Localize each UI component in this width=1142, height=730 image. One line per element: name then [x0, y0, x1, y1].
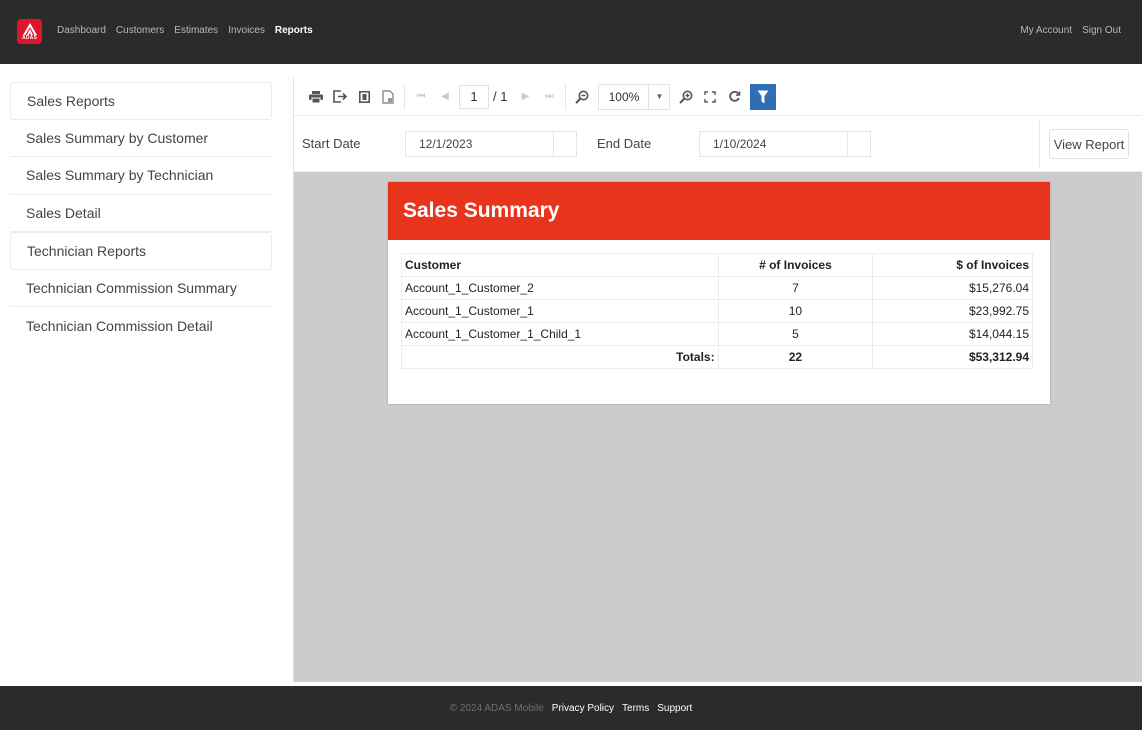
- adas-logo[interactable]: ADAS: [17, 19, 42, 44]
- invoice-count-cell: 10: [717, 299, 874, 323]
- invoice-amount-cell: $15,276.04: [872, 276, 1033, 300]
- report-title: Sales Summary: [403, 199, 560, 222]
- table-row: Account_1_Customer_1 10 $23,992.75: [401, 299, 1033, 323]
- top-navbar: ADAS Dashboard Customers Estimates Invoi…: [0, 0, 1142, 64]
- invoice-amount-cell: $14,044.15: [872, 322, 1033, 346]
- first-page-icon[interactable]: ⏮: [409, 85, 433, 109]
- zoom-level-select[interactable]: 100% ▼: [598, 83, 671, 110]
- table-row: Account_1_Customer_2 7 $15,276.04: [401, 276, 1033, 300]
- support-link[interactable]: Support: [657, 703, 692, 714]
- sign-out-link[interactable]: Sign Out: [1082, 25, 1121, 36]
- report-viewer: ⏮ ◀ 1 / 1 ▶ ⏭ 100% ▼ Start Date 12/1/202…: [293, 78, 1142, 682]
- end-date-input[interactable]: 1/10/2024: [700, 131, 848, 156]
- end-date-label: End Date: [597, 136, 652, 151]
- totals-count: 22: [717, 345, 874, 369]
- copyright-text: © 2024 ADAS Mobile: [449, 702, 544, 714]
- reports-sidebar: Sales Reports Sales Summary by Customer …: [10, 82, 272, 345]
- invoice-count-cell: 5: [717, 322, 874, 346]
- filter-icon[interactable]: [750, 83, 777, 110]
- sidebar-group-technician-reports[interactable]: Technician Reports: [10, 232, 272, 270]
- sidebar-item-sales-detail[interactable]: Sales Detail: [10, 195, 272, 232]
- last-page-icon[interactable]: ⏭: [537, 85, 561, 109]
- sidebar-item-sales-summary-by-technician[interactable]: Sales Summary by Technician: [10, 157, 272, 195]
- sales-summary-table: Customer # of Invoices $ of Invoices Acc…: [401, 253, 1033, 369]
- single-page-icon[interactable]: [352, 85, 376, 109]
- sidebar-item-technician-commission-detail[interactable]: Technician Commission Detail: [10, 307, 272, 345]
- totals-label: Totals:: [401, 345, 719, 369]
- previous-page-icon[interactable]: ◀: [433, 85, 457, 109]
- sidebar-item-technician-commission-summary[interactable]: Technician Commission Summary: [10, 270, 272, 307]
- page-total: / 1: [493, 89, 508, 104]
- params-divider: [1039, 120, 1040, 168]
- end-date-picker-button[interactable]: [848, 132, 870, 156]
- invoice-amount-cell: $23,992.75: [872, 299, 1033, 323]
- chevron-down-icon[interactable]: ▼: [649, 85, 669, 109]
- table-header-row: Customer # of Invoices $ of Invoices: [401, 253, 1033, 277]
- multi-page-icon[interactable]: [376, 85, 400, 109]
- column-header-customer: Customer: [401, 253, 719, 277]
- zoom-out-icon[interactable]: [570, 85, 594, 109]
- nav-customers[interactable]: Customers: [116, 25, 164, 36]
- toolbar-separator: [404, 83, 405, 110]
- view-report-button[interactable]: View Report: [1049, 129, 1129, 159]
- customer-cell: Account_1_Customer_2: [401, 276, 719, 300]
- invoice-count-cell: 7: [717, 276, 874, 300]
- main-nav: Dashboard Customers Estimates Invoices R…: [57, 25, 313, 36]
- start-date-input[interactable]: 12/1/2023: [406, 131, 554, 156]
- logo-text: ADAS: [22, 34, 37, 41]
- privacy-policy-link[interactable]: Privacy Policy: [552, 703, 614, 714]
- nav-dashboard[interactable]: Dashboard: [57, 25, 106, 36]
- export-icon[interactable]: [328, 85, 352, 109]
- my-account-link[interactable]: My Account: [1020, 25, 1072, 36]
- report-page: Sales Summary Customer # of Invoices $ o…: [388, 182, 1050, 404]
- toolbar-separator: [565, 83, 567, 110]
- totals-row: Totals: 22 $53,312.94: [401, 345, 1033, 369]
- sidebar-group-sales-reports[interactable]: Sales Reports: [10, 82, 272, 120]
- print-icon[interactable]: [304, 85, 328, 109]
- end-date-field[interactable]: 1/10/2024: [699, 130, 871, 157]
- start-date-label: Start Date: [302, 136, 361, 151]
- report-canvas: Sales Summary Customer # of Invoices $ o…: [294, 172, 1142, 682]
- sidebar-item-sales-summary-by-customer[interactable]: Sales Summary by Customer: [10, 120, 272, 157]
- page-footer: © 2024 ADAS Mobile Privacy Policy Terms …: [0, 686, 1142, 730]
- fullscreen-icon[interactable]: [698, 85, 722, 109]
- customer-cell: Account_1_Customer_1: [401, 299, 719, 323]
- table-row: Account_1_Customer_1_Child_1 5 $14,044.1…: [401, 322, 1033, 346]
- next-page-icon[interactable]: ▶: [513, 85, 537, 109]
- nav-estimates[interactable]: Estimates: [174, 25, 218, 36]
- current-page-input[interactable]: 1: [459, 84, 489, 109]
- logo-mark-icon: [22, 22, 37, 35]
- account-links: My Account Sign Out: [1020, 25, 1121, 36]
- customer-cell: Account_1_Customer_1_Child_1: [401, 322, 719, 346]
- nav-reports[interactable]: Reports: [275, 25, 313, 36]
- zoom-in-icon[interactable]: [674, 85, 698, 109]
- column-header-invoice-count: # of Invoices: [717, 253, 874, 277]
- start-date-field[interactable]: 12/1/2023: [405, 130, 577, 157]
- report-parameters: Start Date 12/1/2023 End Date 1/10/2024 …: [294, 116, 1142, 172]
- viewer-toolbar: ⏮ ◀ 1 / 1 ▶ ⏭ 100% ▼: [294, 78, 1142, 116]
- start-date-picker-button[interactable]: [554, 132, 576, 156]
- report-header: Sales Summary: [388, 182, 1050, 240]
- zoom-level-value: 100%: [599, 84, 650, 109]
- column-header-invoice-amount: $ of Invoices: [872, 253, 1033, 277]
- terms-link[interactable]: Terms: [622, 703, 649, 714]
- totals-amount: $53,312.94: [872, 345, 1033, 369]
- nav-invoices[interactable]: Invoices: [228, 25, 265, 36]
- refresh-icon[interactable]: [722, 85, 746, 109]
